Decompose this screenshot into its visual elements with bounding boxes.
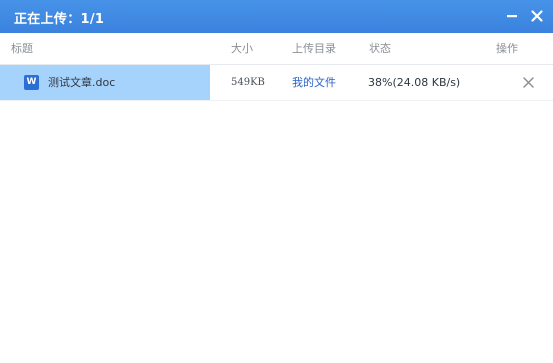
column-header-directory: 上传目录: [292, 42, 336, 55]
column-header-title: 标题: [11, 42, 33, 55]
column-header-size: 大小: [231, 42, 253, 55]
word-doc-icon: W: [24, 75, 39, 90]
minimize-icon: [507, 15, 517, 18]
column-header-row: 标题 大小 上传目录 状态 操作: [0, 33, 553, 65]
close-icon: [523, 77, 534, 88]
close-icon: [531, 10, 543, 22]
minimize-button[interactable]: [501, 5, 523, 27]
upload-window: 正在上传：1/1 标题 大小 上传目录 状态 操作 W 测试文章.doc 549…: [0, 0, 553, 363]
upload-directory-link[interactable]: 我的文件: [292, 65, 336, 100]
column-header-status: 状态: [369, 42, 391, 55]
window-title: 正在上传：1/1: [14, 12, 105, 27]
file-size: 549KB: [231, 77, 265, 88]
column-header-action: 操作: [496, 42, 518, 55]
file-name: 测试文章.doc: [48, 76, 116, 89]
cancel-upload-button[interactable]: [522, 76, 535, 89]
close-window-button[interactable]: [526, 5, 548, 27]
title-bar[interactable]: 正在上传：1/1: [0, 0, 553, 33]
upload-row[interactable]: W 测试文章.doc 549KB 我的文件 38%(24.08 KB/s): [0, 65, 553, 101]
upload-status: 38%(24.08 KB/s): [368, 76, 461, 89]
